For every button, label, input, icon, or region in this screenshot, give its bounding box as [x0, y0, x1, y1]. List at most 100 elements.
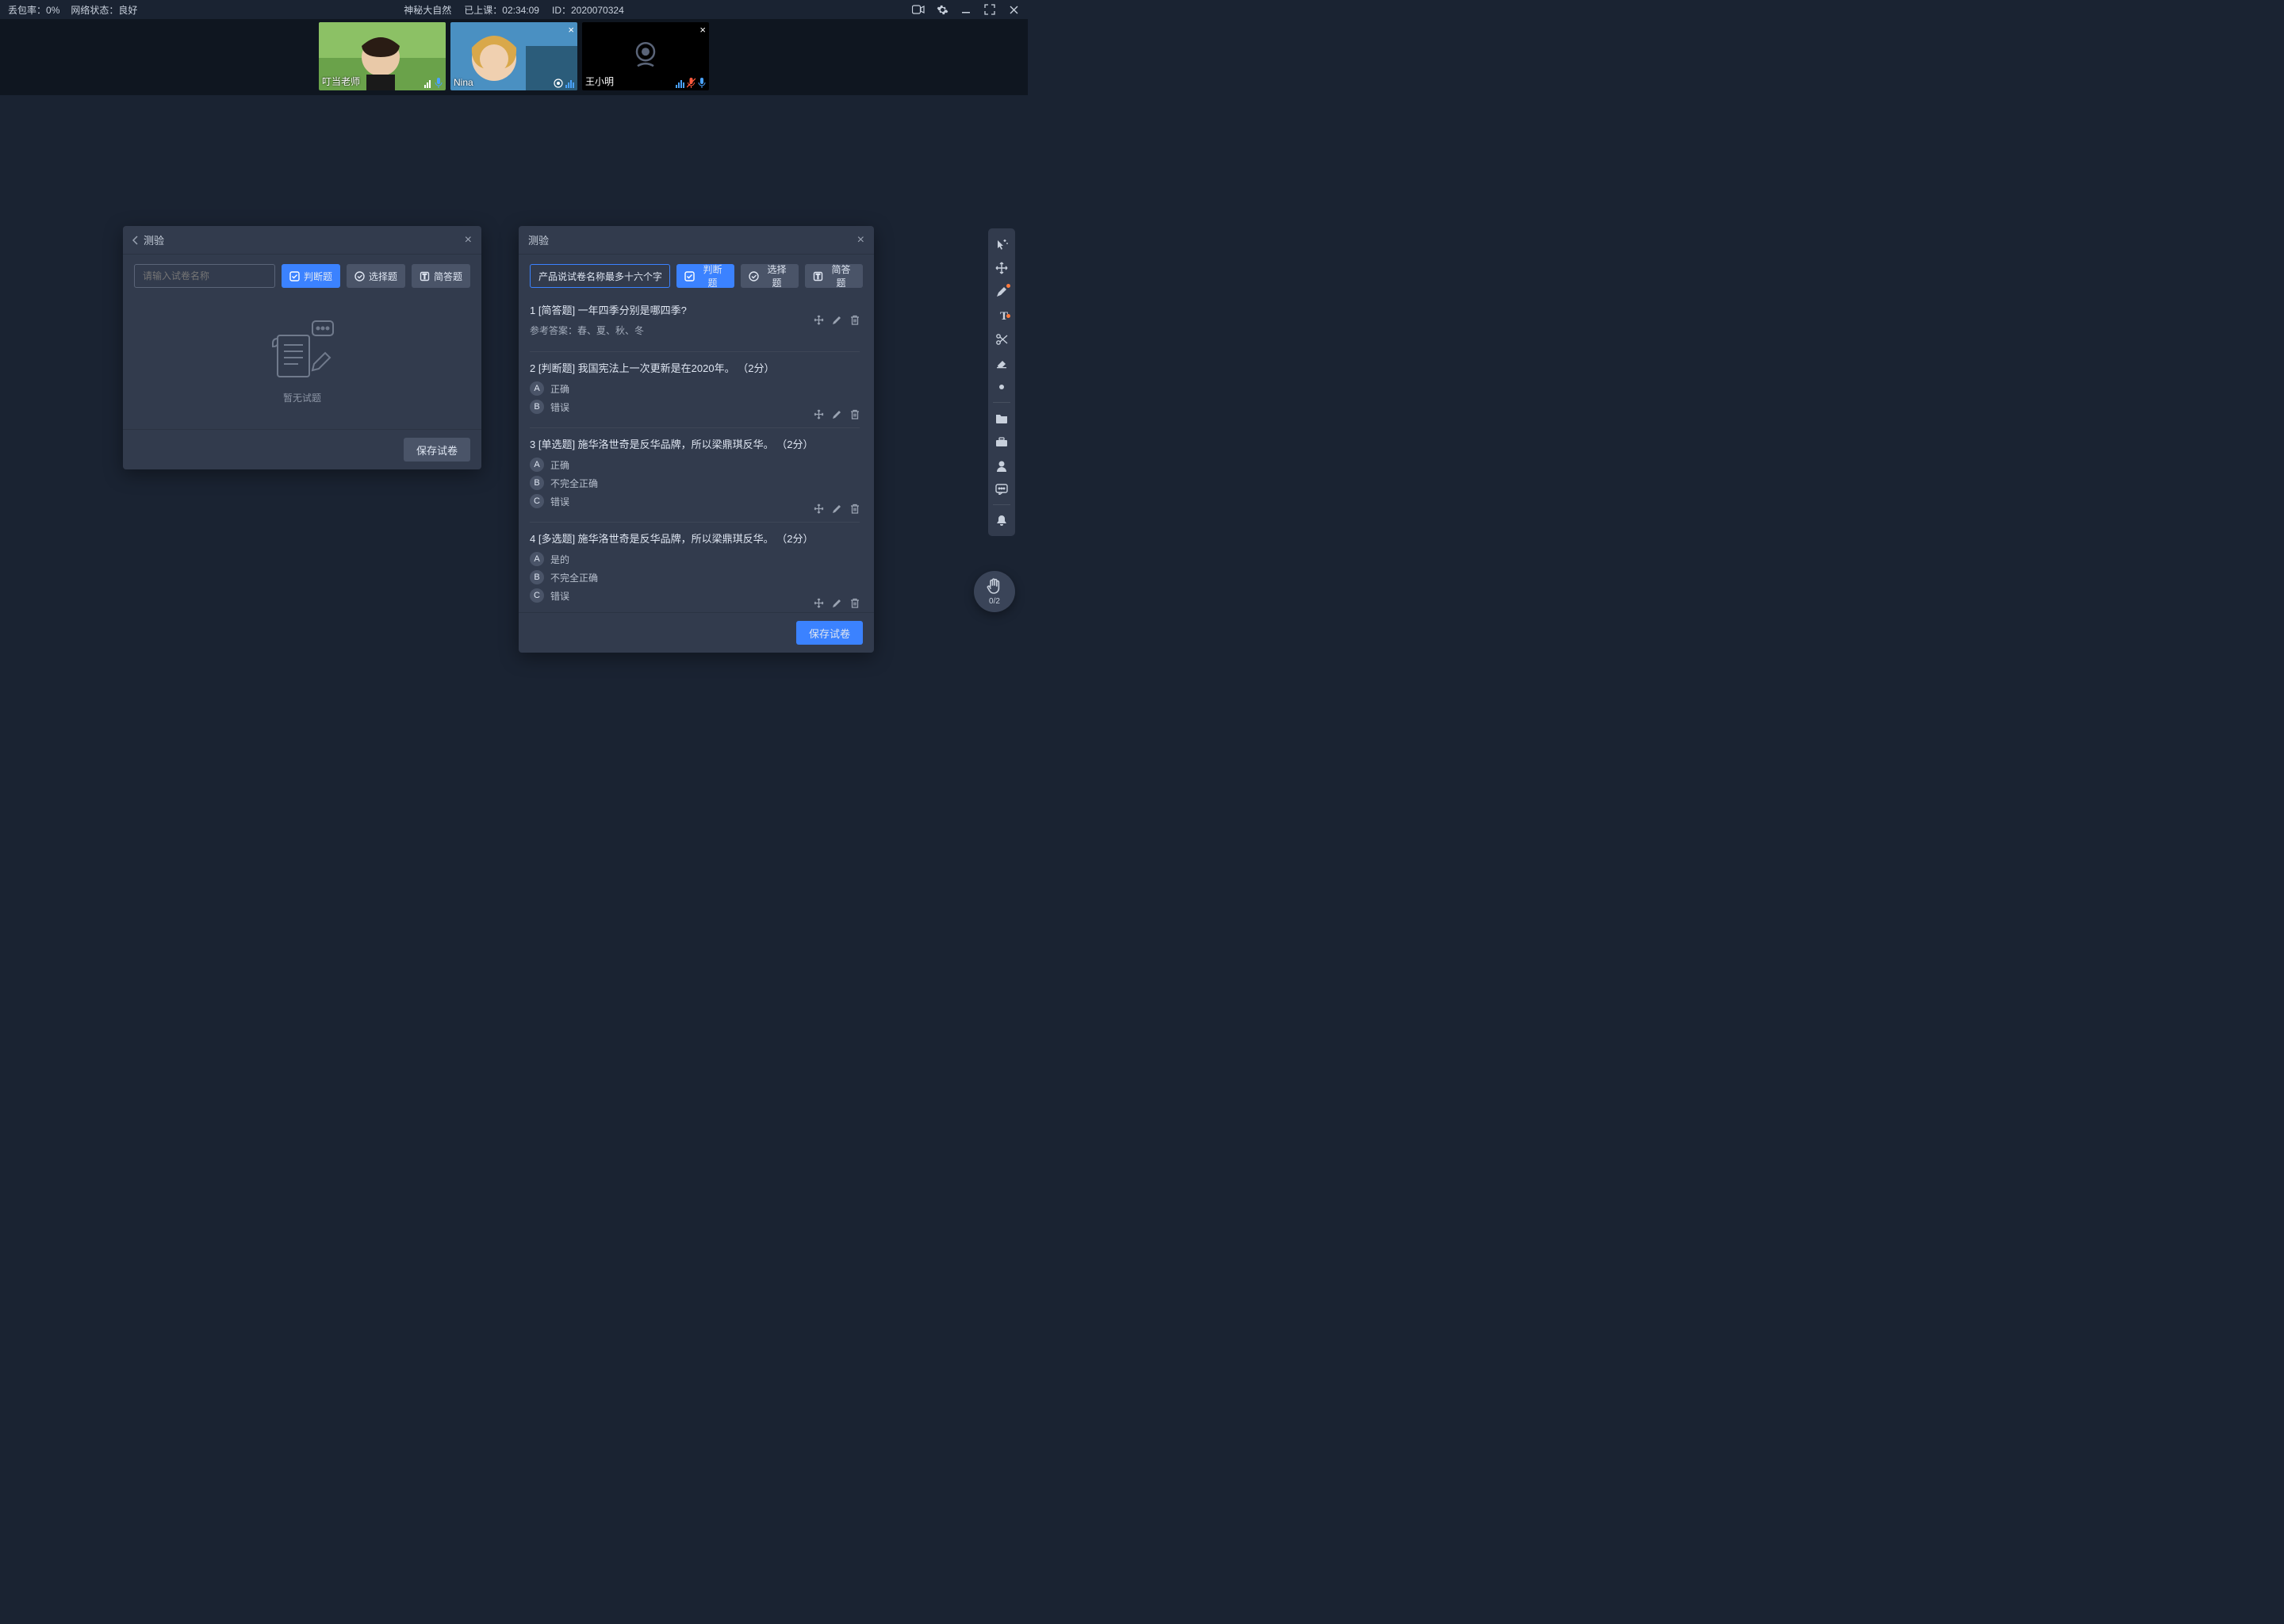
add-judge-button[interactable]: 判断题: [676, 264, 734, 288]
question-actions: [814, 598, 860, 608]
option-text: 错误: [550, 495, 569, 508]
toolbox-icon[interactable]: [990, 431, 1014, 453]
delete-icon[interactable]: [850, 598, 860, 608]
quiz-panel-full: 测验 × 判断题 选择题 T 简答题 1 [简答题] 一年四季分别是哪四季? 参考…: [519, 226, 874, 653]
question-option[interactable]: A正确: [530, 381, 860, 396]
video-tile-name: 王小明: [585, 75, 614, 88]
option-badge: B: [530, 400, 544, 414]
camera-toggle-icon[interactable]: [912, 3, 925, 16]
fullscreen-icon[interactable]: [983, 3, 996, 16]
question-list: 1 [简答题] 一年四季分别是哪四季?参考答案：春、夏、秋、冬 2 [判断题] …: [530, 294, 863, 612]
question-option[interactable]: C 错误: [530, 588, 860, 603]
drag-icon[interactable]: [814, 409, 824, 419]
add-choice-button[interactable]: 选择题: [347, 264, 405, 288]
minimize-icon[interactable]: [960, 3, 972, 16]
user-icon[interactable]: [990, 454, 1014, 477]
close-icon[interactable]: ×: [465, 233, 472, 247]
delete-icon[interactable]: [850, 409, 860, 419]
back-icon[interactable]: [132, 236, 139, 245]
question-option[interactable]: C 错误: [530, 494, 860, 508]
elapsed-time: 已上课：02:34:09: [464, 3, 539, 17]
audio-level-icon: [565, 80, 574, 88]
option-text: 不完全正确: [550, 571, 598, 584]
drag-icon[interactable]: [814, 598, 824, 608]
empty-questions-state: 暂无试题: [134, 294, 470, 429]
quiz-panel-empty: 测验 × 判断题 选择题 T 简答题: [123, 226, 481, 469]
option-text: 错误: [550, 400, 569, 414]
video-strip: 叮当老师 × Nina × 王小明: [0, 19, 1028, 95]
class-title: 神秘大自然: [404, 3, 451, 17]
video-tile-student-2[interactable]: × 王小明: [582, 22, 709, 90]
move-icon[interactable]: [990, 257, 1014, 279]
folder-icon[interactable]: [990, 407, 1014, 429]
option-text: 不完全正确: [550, 477, 598, 490]
svg-text:T: T: [423, 273, 427, 280]
network-status: 网络状态：良好: [71, 3, 137, 17]
dot-small-icon[interactable]: [990, 376, 1014, 398]
pen-icon[interactable]: [990, 281, 1014, 303]
chat-icon[interactable]: [990, 478, 1014, 500]
add-short-button[interactable]: T 简答题: [805, 264, 863, 288]
option-badge: A: [530, 552, 544, 566]
badge-icon: [554, 79, 563, 88]
svg-text:T: T: [816, 273, 820, 280]
packet-loss: 丢包率：0%: [8, 3, 59, 17]
video-tile-name: Nina: [454, 77, 473, 88]
signal-icon: [424, 79, 432, 88]
gear-icon[interactable]: [936, 3, 948, 16]
question-option[interactable]: B 不完全正确: [530, 476, 860, 490]
option-text: 正确: [550, 458, 569, 472]
add-short-button[interactable]: T 简答题: [412, 264, 470, 288]
question-option[interactable]: A是的: [530, 552, 860, 566]
question-title: 3 [单选题] 施华洛世奇是反华品牌，所以梁鼎琪反华。 （2分）: [530, 436, 860, 451]
drag-icon[interactable]: [814, 504, 824, 514]
hand-count: 0/2: [989, 597, 1000, 606]
quiz-name-input[interactable]: [530, 264, 670, 288]
eraser-icon[interactable]: [990, 352, 1014, 374]
video-tile-teacher[interactable]: 叮当老师: [319, 22, 446, 90]
edit-icon[interactable]: [832, 598, 842, 608]
window-close-icon[interactable]: [1007, 3, 1020, 16]
question-option[interactable]: B 错误: [530, 400, 860, 414]
question-title: 1 [简答题] 一年四季分别是哪四季?: [530, 302, 860, 317]
right-toolbar: T: [988, 228, 1015, 536]
option-badge: B: [530, 476, 544, 490]
video-close-icon[interactable]: ×: [568, 24, 574, 36]
mic-icon: [698, 78, 706, 88]
text-icon[interactable]: T: [990, 304, 1014, 327]
option-text: 错误: [550, 589, 569, 603]
question-option[interactable]: A正确: [530, 458, 860, 472]
panel-title: 测验: [528, 232, 549, 247]
question-item: 3 [单选题] 施华洛世奇是反华品牌，所以梁鼎琪反华。 （2分） A正确 B 不完全正…: [530, 428, 860, 523]
save-quiz-button[interactable]: 保存试卷: [796, 621, 863, 645]
question-item: 2 [判断题] 我国宪法上一次更新是在2020年。 （2分）A正确B错误: [530, 352, 860, 428]
status-bar: 丢包率：0% 网络状态：良好 神秘大自然 已上课：02:34:09 ID：202…: [0, 0, 1028, 19]
option-badge: C: [530, 494, 544, 508]
panel-title: 测验: [144, 232, 164, 247]
video-tile-student-1[interactable]: × Nina: [450, 22, 577, 90]
save-quiz-button[interactable]: 保存试卷: [404, 438, 470, 462]
option-badge: C: [530, 588, 544, 603]
question-item: 1 [简答题] 一年四季分别是哪四季? 参考答案：春、夏、秋、冬: [530, 294, 860, 352]
reference-answer: 参考答案：春、夏、秋、冬: [530, 324, 860, 337]
close-icon[interactable]: ×: [857, 233, 864, 247]
edit-icon[interactable]: [832, 315, 842, 325]
question-option[interactable]: B 不完全正确: [530, 570, 860, 584]
class-id: ID：2020070324: [552, 3, 624, 17]
question-actions: [814, 409, 860, 419]
delete-icon[interactable]: [850, 504, 860, 514]
edit-icon[interactable]: [832, 409, 842, 419]
delete-icon[interactable]: [850, 315, 860, 325]
scissors-icon[interactable]: [990, 328, 1014, 350]
video-close-icon[interactable]: ×: [699, 24, 706, 36]
quiz-name-input[interactable]: [134, 264, 275, 288]
edit-icon[interactable]: [832, 504, 842, 514]
question-actions: [814, 504, 860, 514]
cursor-sparkle-icon[interactable]: [990, 233, 1014, 255]
drag-icon[interactable]: [814, 315, 824, 325]
add-judge-button[interactable]: 判断题: [282, 264, 340, 288]
add-choice-button[interactable]: 选择题: [741, 264, 799, 288]
option-badge: B: [530, 570, 544, 584]
bell-icon[interactable]: [990, 509, 1014, 531]
raise-hand-button[interactable]: 0/2: [974, 571, 1015, 612]
